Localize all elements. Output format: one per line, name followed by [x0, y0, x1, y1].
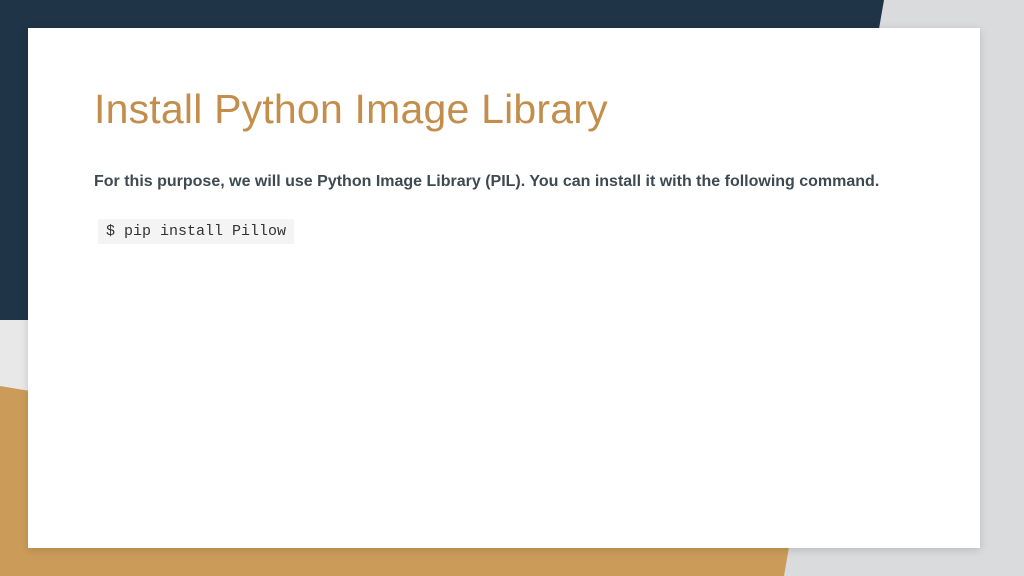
code-command: $ pip install Pillow [98, 219, 294, 244]
slide-body-text: For this purpose, we will use Python Ima… [94, 169, 914, 195]
slide-title: Install Python Image Library [94, 86, 914, 133]
slide-content-area: Install Python Image Library For this pu… [28, 28, 980, 548]
